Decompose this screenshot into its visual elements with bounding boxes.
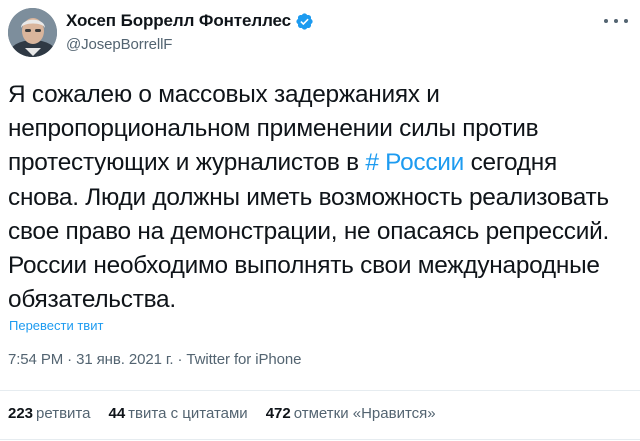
quote-tweets-stat[interactable]: 44 твита с цитатами <box>108 405 247 422</box>
tweet-date[interactable]: 31 янв. 2021 г. <box>76 351 174 368</box>
divider <box>0 390 640 391</box>
avatar[interactable] <box>8 8 57 57</box>
retweets-label: ретвита <box>36 405 91 422</box>
quote-tweets-label: твита с цитатами <box>128 405 248 422</box>
likes-count: 472 <box>265 405 291 422</box>
hashtag-link[interactable]: # России <box>365 149 464 176</box>
likes-label: отметки «Нравится» <box>293 405 436 422</box>
meta-separator: · <box>177 351 183 368</box>
translate-tweet-link[interactable]: Перевести твит <box>9 318 103 333</box>
author-info: Хосеп Боррелл Фонтеллес @JosepBorrellF <box>66 10 314 53</box>
retweets-count: 223 <box>8 405 34 422</box>
more-options-icon[interactable] <box>604 14 628 28</box>
more-dot <box>624 19 628 23</box>
avatar-image <box>8 8 57 57</box>
divider <box>0 439 640 440</box>
author-name-row: Хосеп Боррелл Фонтеллес <box>66 10 314 32</box>
engagement-stats: 223 ретвита 44 твита с цитатами 472 отметки… <box>8 405 436 422</box>
tweet-source[interactable]: Twitter for iPhone <box>186 351 301 368</box>
more-dot <box>614 19 618 23</box>
tweet-text: Я сожалею о массовых задержаниях и непро… <box>8 78 628 317</box>
author-name[interactable]: Хосеп Боррелл Фонтеллес <box>66 11 291 31</box>
retweets-stat[interactable]: 223 ретвита <box>8 405 90 422</box>
tweet-time[interactable]: 7:54 PM <box>8 351 63 368</box>
meta-separator: · <box>67 351 73 368</box>
likes-stat[interactable]: 472 отметки «Нравится» <box>266 405 436 422</box>
verified-badge-icon <box>295 12 314 31</box>
tweet-meta: 7:54 PM · 31 янв. 2021 г. · Twitter for … <box>8 351 301 368</box>
quote-tweets-count: 44 <box>108 405 126 422</box>
author-handle[interactable]: @JosepBorrellF <box>66 36 314 53</box>
more-dot <box>604 19 608 23</box>
